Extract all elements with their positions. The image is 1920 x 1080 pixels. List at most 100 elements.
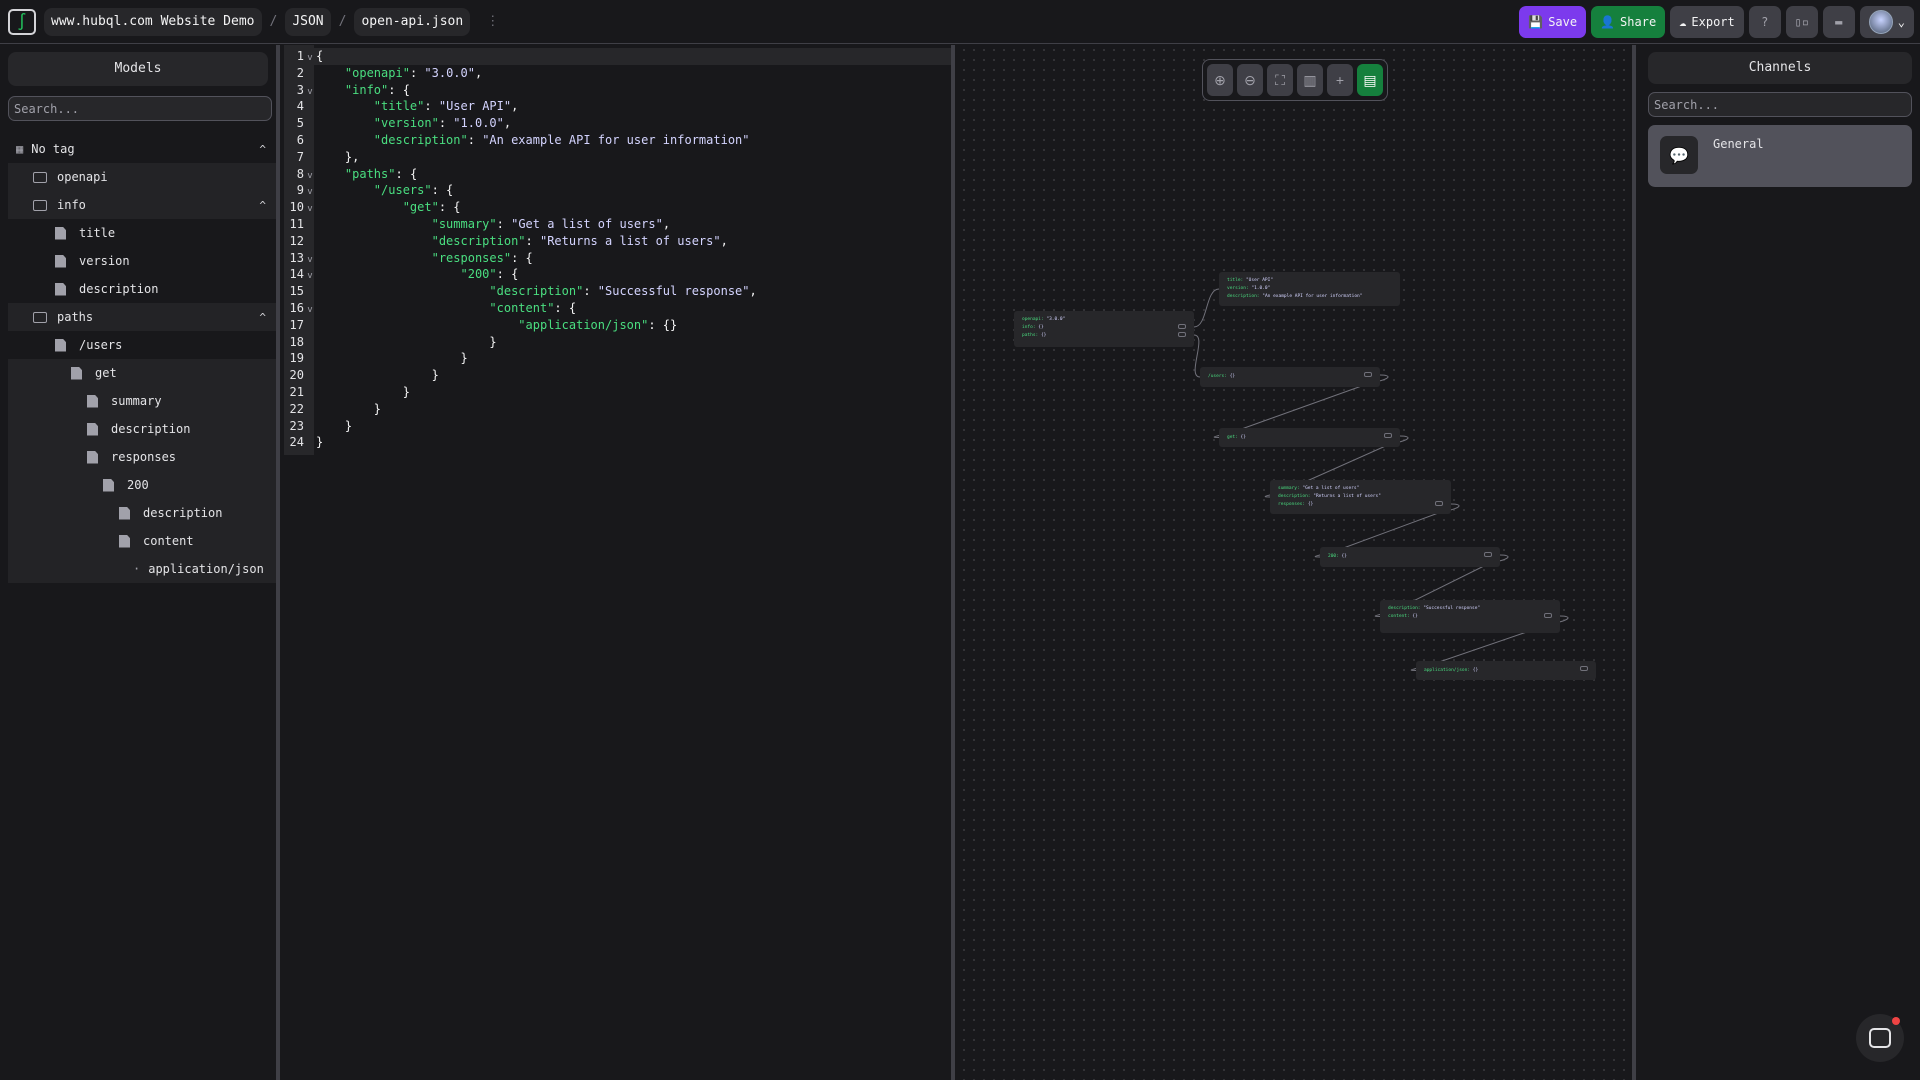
tree-item[interactable]: version [8,247,276,275]
save-button[interactable]: 💾 Save [1519,6,1587,38]
top-bar: ∫ www.hubql.com Website Demo / JSON / op… [0,0,1920,44]
expand-handle-icon[interactable] [1435,501,1443,506]
plus-button[interactable]: + [1327,64,1353,96]
line-number: 8 [296,166,304,181]
tree-item[interactable]: · application/json [8,555,276,583]
json-editor[interactable]: 1 v{2 "openapi": "3.0.0", 3 v "info": {4 "t… [284,45,955,1080]
code-line[interactable]: 4 "title": "User API", [284,98,951,115]
support-chat-button[interactable] [1856,1014,1904,1062]
tree-item[interactable]: info ^ [8,191,276,219]
tree-item[interactable]: description [8,275,276,303]
expand-handle-icon[interactable] [1178,332,1186,337]
zoom-in-button[interactable]: ⊕ [1207,64,1233,96]
expand-handle-icon[interactable] [1544,613,1552,618]
code-line[interactable]: 6 "description": "An example API for use… [284,132,951,149]
comments-button[interactable]: ▬ [1822,6,1855,38]
node-row: application/json: {} [1424,667,1588,675]
code-line[interactable]: 22 } [284,401,951,418]
tree-item[interactable]: openapi [8,163,276,191]
tree-item[interactable]: title [8,219,276,247]
channels-search-input[interactable] [1648,92,1912,117]
expand-handle-icon[interactable] [1484,552,1492,557]
graph-node-get[interactable]: get: {} [1219,428,1400,447]
user-menu-button[interactable]: ⌄ [1859,6,1914,38]
code-line[interactable]: 7 }, [284,149,951,166]
expand-handle-icon[interactable] [1580,666,1588,671]
file-icon [55,226,66,240]
code-line[interactable]: 23 } [284,418,951,435]
node-row: openapi: "3.0.0" [1022,316,1186,324]
line-number: 12 [289,233,304,248]
code-line[interactable]: 13 v "responses": { [284,250,951,267]
code-line[interactable]: 5 "version": "1.0.0", [284,115,951,132]
code-line[interactable]: 2 "openapi": "3.0.0", [284,65,951,82]
graph-node-root[interactable]: openapi: "3.0.0" info: {} paths: {} [1014,311,1194,347]
code-text: } [316,385,410,399]
node-key: description: [1227,294,1263,299]
node-row: summary: "Get a list of users" [1278,485,1443,493]
code-line[interactable]: 24} [284,434,951,451]
code-line[interactable]: 18 } [284,334,951,351]
code-line[interactable]: 17 "application/json": {} [284,317,951,334]
code-line[interactable]: 20 } [284,367,951,384]
tree-item[interactable]: summary [8,387,276,415]
export-button[interactable]: ☁ Export [1670,6,1744,38]
chevron-up-icon[interactable]: ^ [259,143,266,156]
code-line[interactable]: 14 v "200": { [284,266,951,283]
layout-button[interactable]: ▯▫ [1785,6,1818,38]
zoom-out-button[interactable]: ⊖ [1237,64,1263,96]
graph-node-users[interactable]: /users: {} [1200,367,1380,387]
graph-canvas[interactable]: openapi: "3.0.0" info: {} paths: {} title: … [959,45,1636,1080]
code-line[interactable]: 9v "/users": { [284,182,951,199]
code-line[interactable]: 12 "description": "Returns a list of use… [284,233,951,250]
tree-item[interactable]: /users [8,331,276,359]
breadcrumb-file[interactable]: open-api.json [354,7,471,36]
hubql-logo[interactable]: ∫ [8,8,36,35]
graph-node-info[interactable]: title: "User API" version: "1.0.0" descrip… [1219,272,1400,306]
breadcrumb-folder[interactable]: JSON [285,7,331,36]
code-line[interactable]: 11 "summary": "Get a list of users", [284,216,951,233]
document-icon: ▤ [1363,71,1377,88]
add-user-icon: 👤 [1600,15,1616,29]
share-button[interactable]: 👤 Share [1591,6,1666,38]
expand-handle-icon[interactable] [1384,433,1392,438]
models-search-input[interactable] [8,96,272,121]
document-button[interactable]: ▤ [1357,64,1383,96]
graph-node-r200[interactable]: 200: {} [1320,547,1500,567]
graph-node-appjson[interactable]: application/json: {} [1416,661,1596,680]
tree-item[interactable]: content [8,527,276,555]
code-line[interactable]: 10 v "get": { [284,199,951,216]
tree-item[interactable]: description [8,415,276,443]
expand-handle-icon[interactable] [1364,372,1372,377]
tree-item[interactable]: paths ^ [8,303,276,331]
tree-item[interactable]: 200 [8,471,276,499]
folder-icon [33,311,47,323]
map-button[interactable]: ▥ [1297,64,1323,96]
more-options-icon[interactable]: ⋮ [486,14,499,29]
channel-general[interactable]: 💬 General [1648,125,1912,187]
chevron-up-icon[interactable]: ^ [259,199,266,212]
code-line[interactable]: 3v "info": { [284,82,951,99]
chevron-up-icon[interactable]: ^ [259,311,266,324]
breadcrumb-project[interactable]: www.hubql.com Website Demo [44,7,262,36]
graph-node-getbody[interactable]: summary: "Get a list of users" descriptio… [1270,480,1451,514]
expand-handle-icon[interactable] [1178,324,1186,329]
file-icon [119,534,130,548]
graph-node-resp[interactable]: description: "Successful response" conten… [1380,600,1560,633]
tree-item[interactable]: ▦ No tag ^ [8,135,276,163]
tree-item[interactable]: get [8,359,276,387]
code-text: "/users": { [373,183,454,198]
code-line[interactable]: 19 } [284,350,951,367]
code-line[interactable]: 1 v{ [284,48,951,65]
tree-item[interactable]: description [8,499,276,527]
help-button[interactable]: ? [1748,6,1781,38]
code-line[interactable]: 15 "description": "Successful response", [284,283,951,300]
code-line[interactable]: 8v "paths": { [284,166,951,183]
fit-view-button[interactable]: ⛶ [1267,64,1293,96]
tree-item-label: description [111,422,191,436]
code-text: "version": "1.0.0", [373,116,512,131]
tree-item[interactable]: responses [8,443,276,471]
code-line[interactable]: 16 v "content": { [284,300,951,317]
code-line[interactable]: 21 } [284,384,951,401]
tree-item-label: description [79,282,159,296]
